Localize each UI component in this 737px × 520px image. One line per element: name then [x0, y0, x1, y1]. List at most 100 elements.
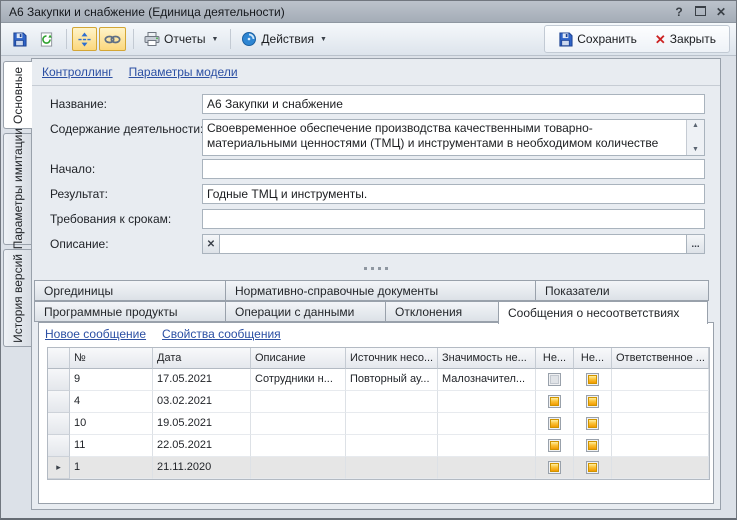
deadline-input[interactable]	[202, 209, 705, 229]
tab-software-products-label: Программные продукты	[44, 305, 178, 319]
cell-flag1	[536, 369, 574, 391]
cell-responsible	[612, 435, 709, 457]
flag1-checkbox[interactable]	[548, 395, 561, 408]
close-dialog-label: Закрыть	[670, 32, 716, 46]
tab-orgunits[interactable]: Оргединицы	[34, 280, 226, 301]
tab-nonconformity-messages[interactable]: Сообщения о несоответствиях	[498, 301, 708, 324]
tab-indicators-label: Показатели	[545, 284, 610, 298]
cell-source	[346, 391, 438, 413]
titlebar[interactable]: А6 Закупки и снабжение (Единица деятельн…	[1, 1, 736, 23]
side-tab-version-history[interactable]: История версий	[3, 249, 31, 347]
floppy-save-icon	[558, 32, 573, 47]
toolbar-separator	[66, 29, 67, 49]
refresh-button[interactable]	[34, 27, 59, 51]
start-label: Начало:	[50, 162, 205, 176]
main-panel: Контроллинг Параметры модели Название: С…	[31, 58, 721, 510]
maximize-button[interactable]	[693, 5, 707, 19]
split-view-button[interactable]	[72, 27, 97, 51]
split-arrows-icon	[77, 32, 92, 47]
tab-software-products[interactable]: Программные продукты	[34, 301, 226, 322]
cell-num: 1	[70, 457, 153, 479]
flag2-checkbox[interactable]	[586, 439, 599, 452]
new-message-link[interactable]: Новое сообщение	[45, 327, 146, 341]
name-input[interactable]	[202, 94, 705, 114]
flag1-checkbox[interactable]	[548, 417, 561, 430]
cell-description	[251, 391, 346, 413]
chain-link-icon	[104, 34, 121, 45]
grid-header-source[interactable]: Источник несо...	[346, 348, 438, 369]
controlling-link[interactable]: Контроллинг	[42, 65, 113, 79]
activity-textarea[interactable]: Своевременное обеспечение производства к…	[203, 120, 686, 155]
description-label: Описание:	[50, 237, 205, 251]
cell-description	[251, 435, 346, 457]
start-input[interactable]	[202, 159, 705, 179]
cell-responsible	[612, 413, 709, 435]
flag2-checkbox[interactable]	[586, 417, 599, 430]
grid-header-significance[interactable]: Значимость не...	[438, 348, 536, 369]
description-browse-button[interactable]: ...	[686, 234, 705, 254]
cell-responsible	[612, 457, 709, 479]
table-row[interactable]: 4 03.02.2021	[48, 391, 709, 413]
cell-flag2	[574, 369, 612, 391]
description-clear-button[interactable]: ✕	[202, 234, 220, 254]
grid-links-row: Новое сообщение Свойства сообщения	[45, 327, 281, 341]
reports-button[interactable]: Отчеты ▼	[139, 27, 223, 51]
table-row-selected[interactable]: ▸ 1 21.11.2020	[48, 457, 709, 479]
tab-normative-documents[interactable]: Нормативно-справочные документы	[225, 280, 536, 301]
messages-grid: № Дата Описание Источник несо... Значимо…	[47, 347, 710, 480]
tab-deviations[interactable]: Отклонения	[385, 301, 499, 322]
row-selector-cell	[48, 413, 70, 435]
flag2-checkbox[interactable]	[586, 373, 599, 386]
side-tab-main[interactable]: Основные	[3, 61, 32, 129]
side-tab-version-history-label: История версий	[11, 254, 25, 343]
nonconformity-tab-page: Новое сообщение Свойства сообщения № Дат…	[38, 322, 714, 504]
save-button[interactable]	[7, 27, 32, 51]
result-input[interactable]	[202, 184, 705, 204]
flag2-checkbox[interactable]	[586, 395, 599, 408]
message-properties-link[interactable]: Свойства сообщения	[162, 327, 281, 341]
tab-indicators[interactable]: Показатели	[535, 280, 709, 301]
grid-header-num[interactable]: №	[70, 348, 153, 369]
actions-label: Действия	[261, 32, 314, 46]
tab-data-operations[interactable]: Операции с данными	[225, 301, 386, 322]
flag2-checkbox[interactable]	[586, 461, 599, 474]
cell-responsible	[612, 369, 709, 391]
grid-header-row: № Дата Описание Источник несо... Значимо…	[48, 348, 709, 369]
grid-header-flag1[interactable]: Не...	[536, 348, 574, 369]
cell-source: Повторный ау...	[346, 369, 438, 391]
cell-date: 03.02.2021	[153, 391, 251, 413]
table-row[interactable]: 10 19.05.2021	[48, 413, 709, 435]
maximize-icon	[695, 6, 706, 16]
link-button[interactable]	[99, 27, 126, 51]
actions-button[interactable]: Действия ▼	[236, 27, 332, 51]
grid-header-selector	[48, 348, 70, 369]
table-row[interactable]: 9 17.05.2021 Сотрудники н... Повторный а…	[48, 369, 709, 391]
help-button[interactable]: ?	[672, 5, 686, 19]
cell-description	[251, 457, 346, 479]
side-tab-simulation-params-label: Параметры имитации	[11, 128, 25, 249]
actions-icon	[241, 31, 257, 47]
cell-flag2	[574, 391, 612, 413]
flag1-checkbox[interactable]	[548, 373, 561, 386]
save-commit-button[interactable]: Сохранить	[553, 27, 642, 51]
panel-splitter[interactable]	[32, 264, 720, 272]
activity-scrollbar[interactable]: ▲ ▼	[686, 120, 704, 155]
splitter-dot	[364, 267, 367, 270]
scroll-up-icon[interactable]: ▲	[687, 120, 704, 131]
flag1-checkbox[interactable]	[548, 439, 561, 452]
grid-header-date[interactable]: Дата	[153, 348, 251, 369]
dropdown-arrow-icon: ▼	[320, 36, 327, 43]
table-row[interactable]: 11 22.05.2021	[48, 435, 709, 457]
close-window-button[interactable]: ✕	[714, 5, 728, 19]
grid-header-flag2[interactable]: Не...	[574, 348, 612, 369]
cell-significance	[438, 457, 536, 479]
flag1-checkbox[interactable]	[548, 461, 561, 474]
cell-significance: Малозначител...	[438, 369, 536, 391]
description-input[interactable]	[219, 234, 687, 254]
scroll-down-icon[interactable]: ▼	[687, 144, 704, 155]
close-dialog-button[interactable]: ✕ Закрыть	[650, 27, 721, 51]
grid-header-responsible[interactable]: Ответственное ...	[612, 348, 709, 369]
model-params-link[interactable]: Параметры модели	[129, 65, 238, 79]
grid-header-description[interactable]: Описание	[251, 348, 346, 369]
side-tab-simulation-params[interactable]: Параметры имитации	[3, 133, 31, 245]
